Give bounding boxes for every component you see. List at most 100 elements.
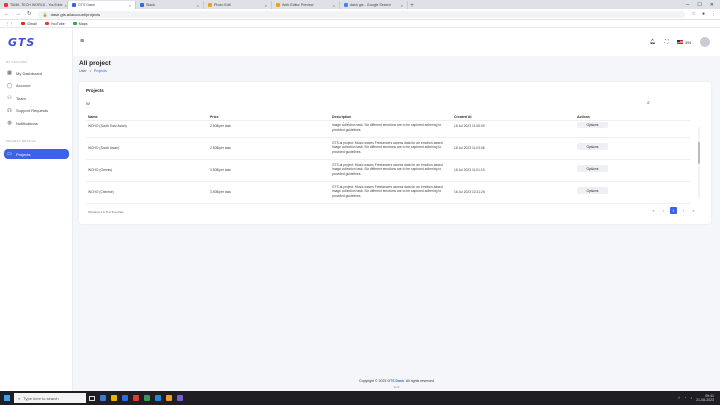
menu-icon[interactable]: ⋮ [711,11,716,17]
browser-tab[interactable]: GTS Dash × [68,1,136,9]
search-icon[interactable]: ⌕ [647,100,650,106]
prev-page-button[interactable]: ‹ [660,207,667,214]
browser-tab[interactable]: dash gts - Google Search × [340,1,408,9]
bookmark-favicon-icon [72,22,77,25]
card-title: Projects [86,88,104,93]
browser-tab[interactable]: Web Editor Preview × [272,1,340,9]
tab-close-icon[interactable]: × [333,3,335,8]
column-name[interactable]: Name [88,115,98,119]
tab-close-icon[interactable]: × [129,3,131,8]
sidebar-item-team[interactable]: ⚇ Team [4,93,69,103]
reload-icon[interactable]: ↻ [27,11,32,17]
hamburger-menu-icon[interactable]: ≡ [80,38,84,45]
clock[interactable]: 09:41 21-08-2023 [696,394,714,403]
sidebar-item-notifications[interactable]: ◍ Notifications [4,118,69,128]
volume-icon[interactable]: ♪ [690,396,692,400]
table-scrollbar[interactable] [698,127,700,199]
bookmark-item[interactable]: Maps [72,21,88,26]
bookmark-item[interactable]: Gmail [21,22,37,26]
tab-close-icon[interactable]: × [65,3,67,8]
cell-description: GTS.ai project: Music waves Freelancers … [332,163,443,176]
grid-icon: ▦ [7,70,12,76]
fullscreen-icon[interactable]: ⛶ [665,39,669,45]
page-1-button[interactable]: 1 [670,207,677,214]
taskbar-app-icon[interactable] [152,391,163,405]
folder-icon: ▭ [7,151,12,157]
tab-favicon-icon [140,3,144,7]
taskbar-app-icon[interactable] [163,391,174,405]
minimize-icon[interactable]: ─ [686,2,690,8]
task-view-icon[interactable] [86,391,97,405]
tab-favicon-icon [208,3,212,7]
cell-created-at: 18 Jul 2023 11:05:09 [454,124,485,128]
bell-icon[interactable]: 🔔︎ [650,39,656,45]
bookmarks-bar: ⋮⋮ Gmail YouTube Maps [0,20,720,28]
taskbar-app-icon[interactable] [119,391,130,405]
table-body[interactable]: WCHO (South East Asian) 2.50$/per task GTS… [86,122,691,207]
options-dropdown-button[interactable]: Options ⌄ [577,122,608,128]
sidebar-item-label: My Dashboard [16,70,43,76]
apps-grid-icon[interactable]: ⋮⋮ [6,22,13,26]
tab-title: TAMIL TECH WORLD - YouTube [10,3,63,7]
tab-title: Web Editor Preview [282,3,314,7]
gts-logo[interactable]: GTS [8,36,35,49]
windows-start-icon[interactable] [0,391,14,405]
network-icon[interactable]: ◔ [684,396,686,400]
close-window-icon[interactable]: ✕ [710,2,714,8]
taskbar-app-icon[interactable] [141,391,152,405]
tab-close-icon[interactable]: × [197,3,199,8]
back-icon[interactable]: ← [4,11,10,17]
taskbar-app-icon[interactable] [97,391,108,405]
bookmark-item[interactable]: YouTube [44,21,65,26]
chevron-down-icon: ⌄ [591,188,594,193]
maximize-icon[interactable]: ☐ [697,2,701,8]
sidebar-item-projects[interactable]: ▭ Projects [4,149,69,159]
breadcrumb-root[interactable]: User [79,69,87,73]
scrollbar-thumb[interactable] [698,142,700,164]
table-row: WCHO (Greeks) 3.50$/per task GTS.ai projec… [86,160,691,182]
top-bar: ≡ 🔔︎ ⛶ EN [73,28,720,56]
options-dropdown-button[interactable]: Options ⌄ [577,143,608,150]
chevron-down-icon: ⌄ [591,122,594,127]
sidebar-item-account[interactable]: ◯ Account [4,81,69,91]
star-icon[interactable]: ☆ [691,11,695,17]
column-created-at[interactable]: Created At [454,115,472,119]
browser-tab[interactable]: Photo Edit × [204,1,272,9]
bookmark-label: YouTube [50,21,65,26]
taskbar-app-icon[interactable] [174,391,185,405]
tab-close-icon[interactable]: × [265,3,267,8]
options-dropdown-button[interactable]: Options ⌄ [577,165,608,172]
cell-name: WCHO (Greeks) [88,168,113,172]
taskbar-app-icon[interactable] [130,391,141,405]
tab-close-icon[interactable]: × [401,3,403,8]
column-description[interactable]: Description [332,115,351,119]
tab-favicon-icon [344,3,348,7]
taskbar-app-icon[interactable] [108,391,119,405]
browser-tab[interactable]: TAMIL TECH WORLD - YouTube × [0,1,68,9]
chevron-up-icon[interactable]: ˄ [678,396,680,400]
cell-name: WCHO (South East Asian) [88,124,127,128]
app-glyph-icon [154,395,161,401]
cell-description: GTS.ai project: Music waves Freelancers … [332,141,443,154]
taskbar-search-input[interactable]: ⌕ Type here to search [14,393,86,403]
brand-link[interactable]: GTS Dash [387,379,404,383]
options-dropdown-button[interactable]: Options ⌄ [577,187,608,194]
table-row: WCHO (South East Asian) 2.50$/per task GTS… [86,122,691,138]
browser-tab[interactable]: Slack × [136,1,204,9]
bookmark-label: Maps [78,21,88,26]
next-page-button[interactable]: › [680,207,687,214]
column-price[interactable]: Price [210,115,219,119]
browser-tab-strip: + ─ ☐ ✕ TAMIL TECH WORLD - YouTube × GTS D… [0,0,720,9]
url-input[interactable]: 🔒 dash.gts.ai/account/projects [37,10,686,18]
first-page-button[interactable]: « [650,207,657,214]
avatar[interactable] [700,37,710,47]
last-page-button[interactable]: » [690,207,697,214]
language-selector[interactable]: EN [677,40,691,45]
sidebar-item-support-requests[interactable]: ☊ Support Requests [4,106,69,116]
search-input[interactable]: W [86,99,656,108]
profile-icon[interactable]: ● [702,11,705,17]
language-label: EN [685,39,691,45]
sidebar-item-label: Team [16,95,26,101]
sidebar-item-my-dashboard[interactable]: ▦ My Dashboard [4,68,69,78]
forward-icon[interactable]: → [16,11,22,17]
